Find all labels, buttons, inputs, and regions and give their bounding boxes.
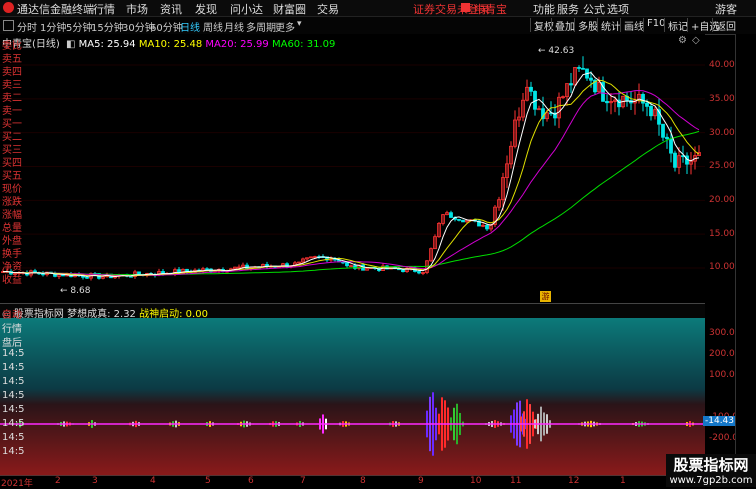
high-price-label: ← 42.63 <box>538 46 575 56</box>
tick-time: 14:5 <box>2 404 25 415</box>
y-tick: 15.00 <box>709 229 735 239</box>
menu-item-market[interactable]: 市场 <box>126 1 148 17</box>
period-5min[interactable]: 5分钟 <box>66 19 92 34</box>
menu-item-service[interactable]: 服务 <box>557 1 579 17</box>
tool-draw[interactable]: 画线 <box>620 18 644 33</box>
y-tick: 40.00 <box>709 60 735 70</box>
quote-field: 收益 <box>2 275 22 286</box>
y-tick: 30.00 <box>709 128 735 138</box>
ma60-label: MA60: 31.09 <box>271 39 336 50</box>
menu-bar: 通达信金融终端 行情 市场 资讯 发现 问小达 财富圈 交易 证券交易未登录 中… <box>0 0 756 17</box>
tool-multi-stock[interactable]: 多股 <box>574 18 598 33</box>
legend-icon: ◧ <box>66 39 76 50</box>
y-tick: 10.00 <box>709 262 735 272</box>
watermark: 股票指标网 www.7gp2b.com <box>666 454 756 487</box>
period-more[interactable]: 更多 <box>275 19 295 34</box>
sub-y-tick: -200.0 <box>709 433 739 443</box>
sub-y-tick: 100.0 <box>709 370 735 380</box>
menu-item-discover[interactable]: 发现 <box>195 1 217 17</box>
chart-settings-icon[interactable]: ⚙ <box>678 35 687 46</box>
x-tick: 7 <box>300 476 306 486</box>
y-tick: 20.00 <box>709 195 735 205</box>
period-toolbar: 分时 1分钟 5分钟 15分钟 30分钟 60分钟 日线 周线 月线 多周期 更… <box>0 17 756 35</box>
kline-chart[interactable] <box>0 34 705 302</box>
tool-stats[interactable]: 统计 <box>597 18 621 33</box>
x-tick: 4 <box>150 476 156 486</box>
y-tick: 25.00 <box>709 161 735 171</box>
x-tick: 8 <box>360 476 366 486</box>
tick-time: 14:5 <box>2 432 25 443</box>
menu-item-wealth[interactable]: 财富圈 <box>273 1 306 17</box>
x-tick: 12 <box>568 476 580 486</box>
period-60min[interactable]: 60分钟 <box>150 19 183 34</box>
tool-mark[interactable]: 标记 <box>664 18 688 33</box>
period-15min[interactable]: 15分钟 <box>91 19 124 34</box>
quote-panel <box>735 34 756 487</box>
app-title: 通达信金融终端 <box>17 3 94 16</box>
user-label[interactable]: 游客 <box>715 1 737 17</box>
app-logo-icon <box>3 2 14 13</box>
tick-time: 14:5 <box>2 348 25 359</box>
x-tick: 1 <box>620 476 626 486</box>
tick-time: 14:5 <box>2 446 25 457</box>
indicator-chart[interactable] <box>0 318 705 475</box>
stock-flag-icon <box>461 3 470 12</box>
tool-overlay[interactable]: 叠加 <box>551 18 575 33</box>
menu-item-news[interactable]: 资讯 <box>160 1 182 17</box>
menu-item-formula[interactable]: 公式 <box>583 1 605 17</box>
watermark-title: 股票指标网 <box>673 456 749 474</box>
current-indicator-value: -14.43 <box>703 416 737 426</box>
ma10-label: MA10: 25.48 <box>138 39 203 50</box>
event-marker[interactable]: 游 <box>540 291 551 302</box>
period-weekly[interactable]: 周线 <box>203 19 223 34</box>
period-multi[interactable]: 多周期 <box>246 19 276 34</box>
tick-time: 14:5 <box>2 418 25 429</box>
tab-after-hours[interactable]: 盘后 <box>2 334 22 349</box>
sub-y-tick: 300.0 <box>709 328 735 338</box>
menu-item-quotes[interactable]: 行情 <box>93 1 115 17</box>
tab-quotes[interactable]: 行情 <box>2 320 22 335</box>
x-tick: 2 <box>55 476 61 486</box>
ma5-label: MA5: 25.94 <box>78 39 136 50</box>
tick-time: 14:5 <box>2 362 25 373</box>
current-stock-name: 中青宝 <box>474 3 507 16</box>
tick-time: 14:5 <box>2 390 25 401</box>
tick-time: 14:5 <box>2 376 25 387</box>
main-legend: 中青宝(日线) ◧ MA5: 25.94 MA10: 25.48 MA20: 2… <box>2 35 335 50</box>
chart-close-icon[interactable]: ◇ <box>692 35 700 46</box>
x-tick: 9 <box>418 476 424 486</box>
sub-y-tick: 200.0 <box>709 349 735 359</box>
tool-f10[interactable]: F10 <box>643 18 665 32</box>
low-price-label: ← 8.68 <box>60 286 91 296</box>
x-tick: 11 <box>510 476 522 486</box>
period-1min[interactable]: 1分钟 <box>40 19 66 34</box>
menu-item-function[interactable]: 功能 <box>533 1 555 17</box>
period-monthly[interactable]: 月线 <box>224 19 244 34</box>
layout-icon[interactable] <box>3 20 14 31</box>
menu-item-trade[interactable]: 交易 <box>317 1 339 17</box>
watermark-url: www.7gp2b.com <box>669 475 753 486</box>
period-tick[interactable]: 分时 <box>17 19 37 34</box>
period-daily[interactable]: 日线 <box>180 19 200 34</box>
tool-back[interactable]: 返回 <box>712 18 736 33</box>
x-tick: 10 <box>470 476 482 486</box>
x-tick: 5 <box>205 476 211 486</box>
y-tick: 35.00 <box>709 94 735 104</box>
ma20-label: MA20: 25.99 <box>205 39 269 50</box>
more-chevron-icon[interactable]: ▾ <box>297 19 302 29</box>
tab-auto[interactable]: 自动 <box>2 306 22 321</box>
menu-item-options[interactable]: 选项 <box>607 1 629 17</box>
x-tick: 6 <box>248 476 254 486</box>
x-tick: 3 <box>92 476 98 486</box>
x-tick: 2021年 <box>1 479 33 489</box>
menu-item-ask[interactable]: 问小达 <box>230 1 263 17</box>
